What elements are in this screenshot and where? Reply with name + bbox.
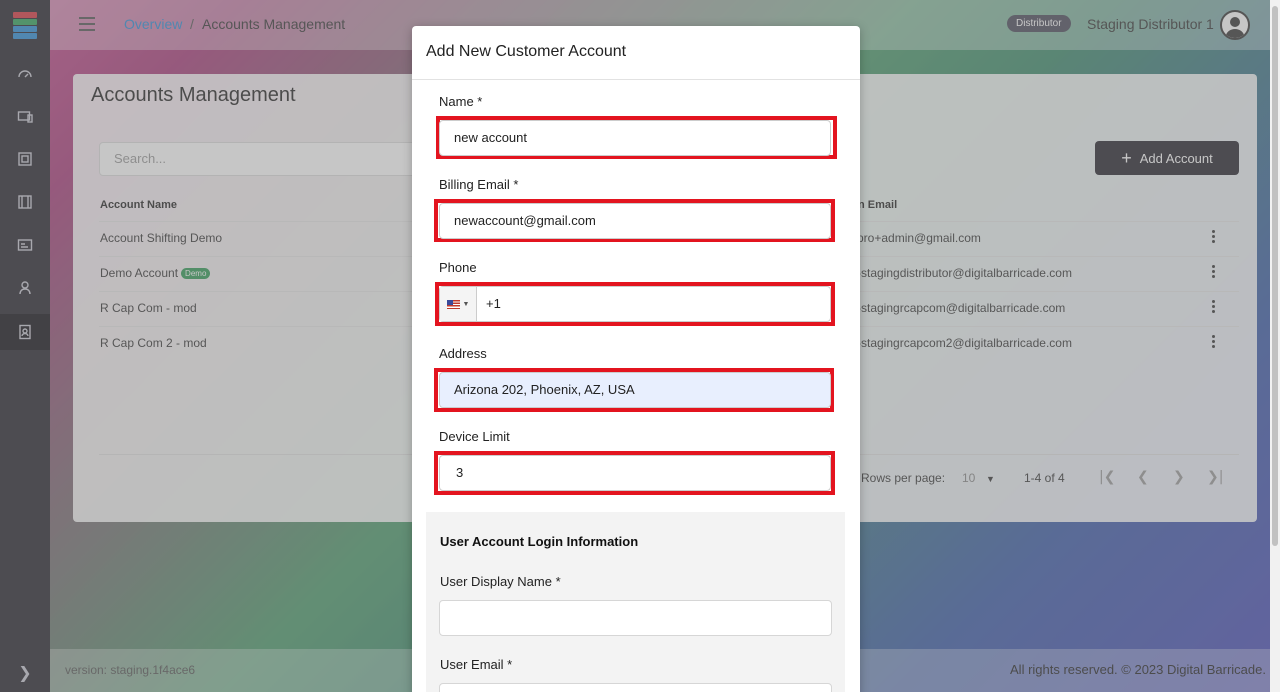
user-email-label: User Email *	[440, 657, 513, 672]
phone-label: Phone	[439, 260, 477, 275]
billing-email-field[interactable]: newaccount@gmail.com	[439, 203, 831, 239]
user-display-name-label: User Display Name *	[440, 574, 561, 589]
phone-value: +1	[486, 296, 501, 311]
address-field[interactable]: Arizona 202, Phoenix, AZ, USA	[439, 372, 831, 408]
modal-title: Add New Customer Account	[426, 43, 627, 60]
login-info-section: User Account Login Information User Disp…	[426, 512, 845, 692]
modal-header: Add New Customer Account	[412, 26, 860, 80]
billing-email-label: Billing Email *	[439, 177, 519, 192]
address-label: Address	[439, 346, 487, 361]
user-email-field[interactable]	[439, 683, 832, 692]
device-limit-label: Device Limit	[439, 429, 510, 444]
add-customer-modal: Add New Customer Account Name * new acco…	[412, 26, 860, 692]
country-selector[interactable]: ▼	[440, 287, 477, 321]
page-scrollbar[interactable]	[1270, 0, 1280, 692]
login-info-title: User Account Login Information	[440, 534, 639, 549]
device-limit-field[interactable]: 3	[439, 455, 831, 491]
scrollbar-thumb[interactable]	[1272, 6, 1278, 546]
user-display-name-field[interactable]	[439, 600, 832, 636]
us-flag-icon	[446, 299, 460, 309]
name-field[interactable]: new account	[439, 120, 831, 156]
phone-field[interactable]: ▼ +1	[439, 286, 831, 322]
name-label: Name *	[439, 94, 483, 109]
caret-down-icon: ▼	[462, 300, 470, 308]
